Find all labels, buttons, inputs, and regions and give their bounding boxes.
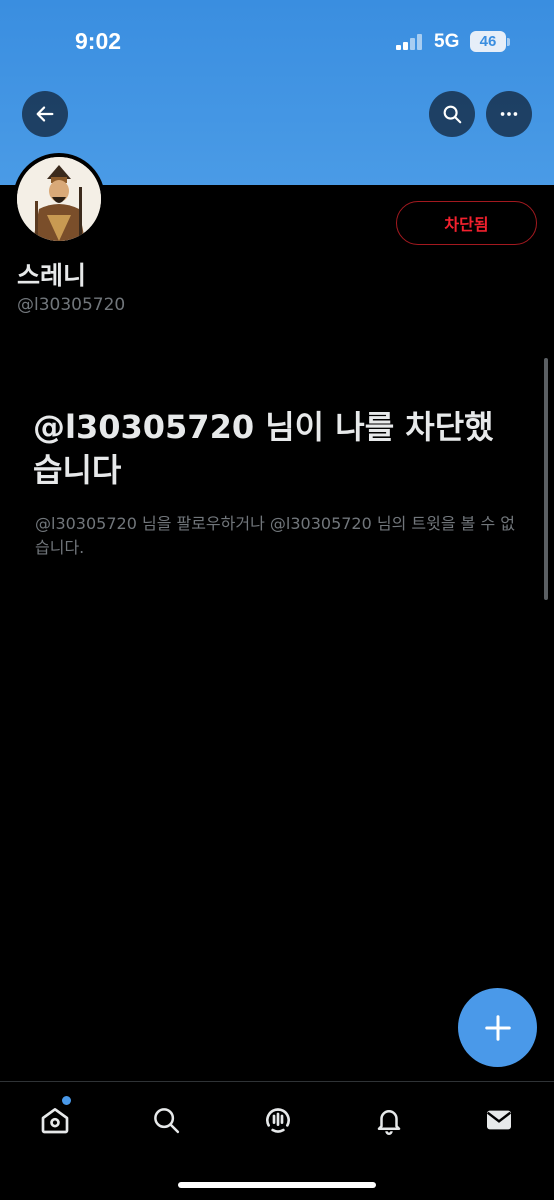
status-time: 9:02 bbox=[75, 28, 122, 54]
search-icon bbox=[154, 1108, 180, 1134]
more-button[interactable] bbox=[486, 91, 532, 137]
more-icon bbox=[500, 112, 518, 116]
cellular-signal-icon bbox=[396, 34, 424, 50]
block-notice-description: @l30305720 님을 팔로우하거나 @l30305720 님의 트윗을 볼… bbox=[35, 514, 515, 557]
search-button[interactable] bbox=[429, 91, 475, 137]
blocked-button[interactable]: 차단됨 bbox=[396, 201, 537, 245]
tab-search[interactable] bbox=[146, 1100, 186, 1140]
status-bar: 9:02 5G 46 bbox=[0, 0, 554, 80]
compose-button[interactable] bbox=[458, 988, 537, 1067]
home-icon bbox=[41, 1108, 69, 1134]
bell-icon bbox=[377, 1110, 401, 1135]
notification-dot bbox=[62, 1096, 71, 1105]
scroll-indicator[interactable] bbox=[544, 358, 548, 600]
plus-icon bbox=[484, 1014, 511, 1041]
back-arrow-icon bbox=[36, 106, 54, 122]
mail-icon bbox=[486, 1110, 512, 1130]
avatar-image bbox=[17, 157, 101, 241]
display-name: 스레니 bbox=[17, 261, 87, 290]
tab-notifications[interactable] bbox=[369, 1100, 409, 1140]
user-handle: @l30305720 bbox=[17, 295, 126, 315]
battery-icon: 46 bbox=[470, 31, 506, 52]
search-icon bbox=[443, 105, 462, 124]
spaces-icon bbox=[266, 1108, 290, 1133]
block-notice-title: @l30305720 님이 나를 차단했습니다 bbox=[33, 408, 494, 489]
battery-nub bbox=[507, 38, 510, 46]
avatar[interactable] bbox=[13, 153, 105, 245]
back-button[interactable] bbox=[22, 91, 68, 137]
home-indicator[interactable] bbox=[178, 1182, 376, 1188]
tab-home[interactable] bbox=[35, 1100, 75, 1140]
tab-messages[interactable] bbox=[479, 1100, 519, 1140]
bottom-tab-bar bbox=[0, 1081, 554, 1200]
network-type: 5G bbox=[434, 31, 460, 52]
tab-spaces[interactable] bbox=[258, 1100, 298, 1140]
